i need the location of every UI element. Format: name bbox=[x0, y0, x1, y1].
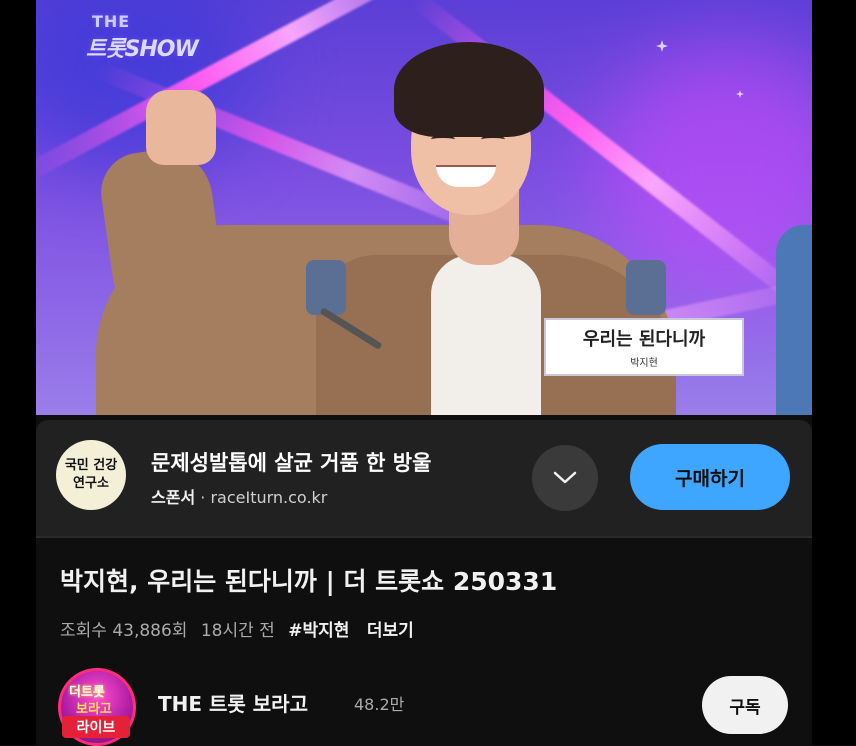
ad-sponsor-line: 스폰서 · raceIturn.co.kr bbox=[151, 484, 327, 508]
hashtag-link[interactable]: #박지현 bbox=[288, 621, 349, 641]
advertiser-logo[interactable]: 국민 건강 연구소 bbox=[56, 440, 126, 510]
advertiser-logo-line2: 연구소 bbox=[73, 476, 109, 491]
channel-name[interactable]: THE 트롯 보라고 bbox=[158, 688, 308, 717]
expand-ad-button[interactable] bbox=[532, 445, 598, 511]
sparkle-icon bbox=[656, 40, 668, 52]
singer-eye bbox=[431, 135, 455, 144]
jacket-patch bbox=[626, 260, 666, 315]
caption-singer: 박지현 bbox=[630, 358, 658, 369]
show-logo-main: 트롯SHOW bbox=[86, 37, 199, 62]
jacket-patch bbox=[306, 260, 346, 315]
singer-shirt bbox=[431, 255, 541, 415]
subscriber-count: 48.2만 bbox=[354, 695, 405, 714]
sponsor-label: 스폰서 bbox=[151, 488, 196, 507]
subscribe-button[interactable]: 구독 bbox=[702, 676, 788, 734]
singer-eye bbox=[481, 135, 505, 144]
caption-song-title: 우리는 된다니까 bbox=[582, 329, 706, 350]
upload-age: 18시간 전 bbox=[200, 621, 275, 641]
show-logo: THE 트롯SHOW bbox=[86, 12, 199, 63]
show-logo-top: THE bbox=[92, 12, 131, 31]
more-link[interactable]: 더보기 bbox=[367, 621, 414, 641]
video-title[interactable]: 박지현, 우리는 된다니까 | 더 트롯쇼 250331 bbox=[60, 562, 557, 598]
view-count: 조회수 43,886회 bbox=[60, 621, 188, 641]
chevron-down-icon bbox=[553, 471, 577, 484]
live-badge: 라이브 bbox=[62, 716, 130, 738]
background-person bbox=[776, 225, 812, 415]
right-frame bbox=[812, 0, 856, 745]
video-player[interactable]: THE 트롯SHOW 우리는 된다니까 박지현 bbox=[36, 0, 812, 415]
section-divider bbox=[36, 536, 812, 538]
ad-title[interactable]: 문제성발톱에 살균 거품 한 방울 bbox=[151, 447, 431, 477]
singer-hair bbox=[394, 42, 544, 137]
separator: · bbox=[200, 488, 206, 507]
video-meta[interactable]: 조회수 43,886회 18시간 전 #박지현 더보기 bbox=[60, 616, 422, 641]
buy-button[interactable]: 구매하기 bbox=[630, 444, 790, 510]
advertiser-logo-line1: 국민 건강 bbox=[64, 458, 118, 473]
sponsored-ad[interactable]: 국민 건강 연구소 문제성발톱에 살균 거품 한 방울 스폰서 · raceIt… bbox=[36, 420, 812, 536]
left-frame bbox=[0, 0, 36, 745]
song-caption: 우리는 된다니까 박지현 bbox=[544, 318, 744, 376]
singer-fist bbox=[146, 90, 216, 165]
ad-domain[interactable]: raceIturn.co.kr bbox=[210, 488, 327, 507]
channel-row: 더트롯 보라고 라이브 THE 트롯 보라고 48.2만 구독 bbox=[36, 668, 812, 746]
avatar-text-mid: 보라고 bbox=[76, 702, 112, 717]
